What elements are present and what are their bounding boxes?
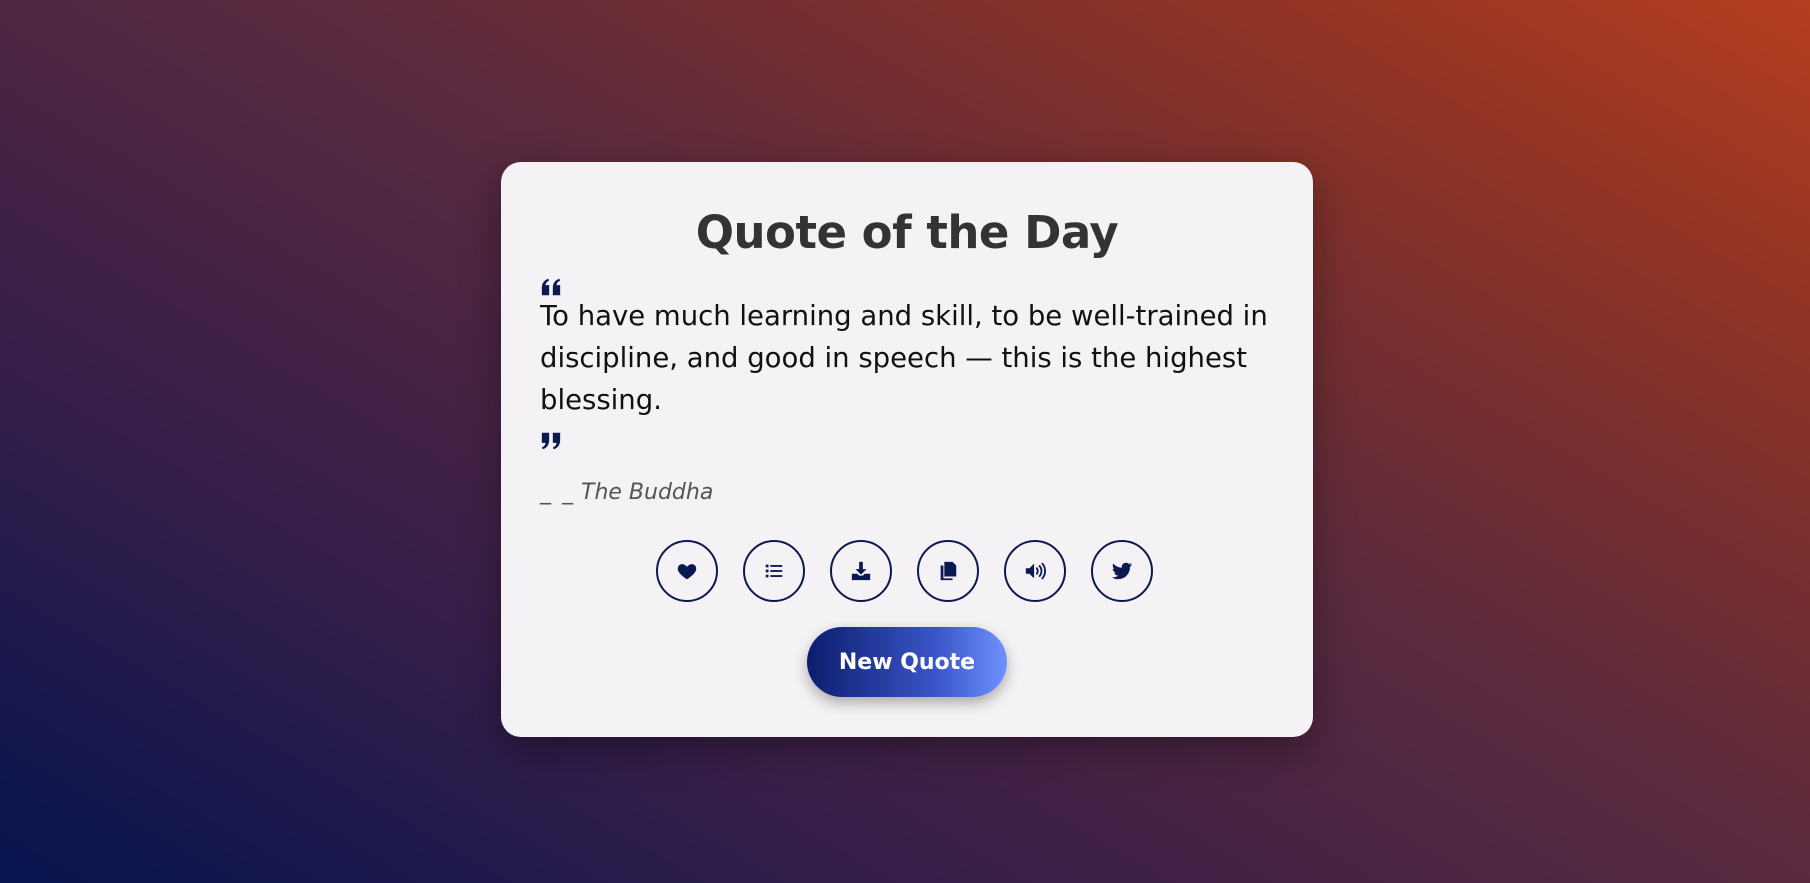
heart-icon [677,564,697,580]
close-quote-icon [540,430,562,452]
action-buttons [656,540,1153,602]
list-icon [765,564,783,578]
quote-text: To have much learning and skill, to be w… [540,300,1268,416]
author-prefix: _ _ [540,480,575,505]
author-name: The Buddha [581,480,714,505]
page-title: Quote of the Day [695,206,1119,259]
list-button[interactable] [743,540,805,602]
copy-button[interactable] [917,540,979,602]
like-button[interactable] [656,540,718,602]
quote-card: Quote of the Day To have much learning a… [501,162,1313,737]
twitter-icon [1111,562,1133,580]
speaker-icon [1025,562,1046,580]
tweet-button[interactable] [1091,540,1153,602]
new-quote-button[interactable]: New Quote [807,627,1007,697]
author: _ _ The Buddha [540,480,713,505]
download-icon [851,561,871,581]
download-button[interactable] [830,540,892,602]
speak-button[interactable] [1004,540,1066,602]
copy-icon [940,561,957,581]
